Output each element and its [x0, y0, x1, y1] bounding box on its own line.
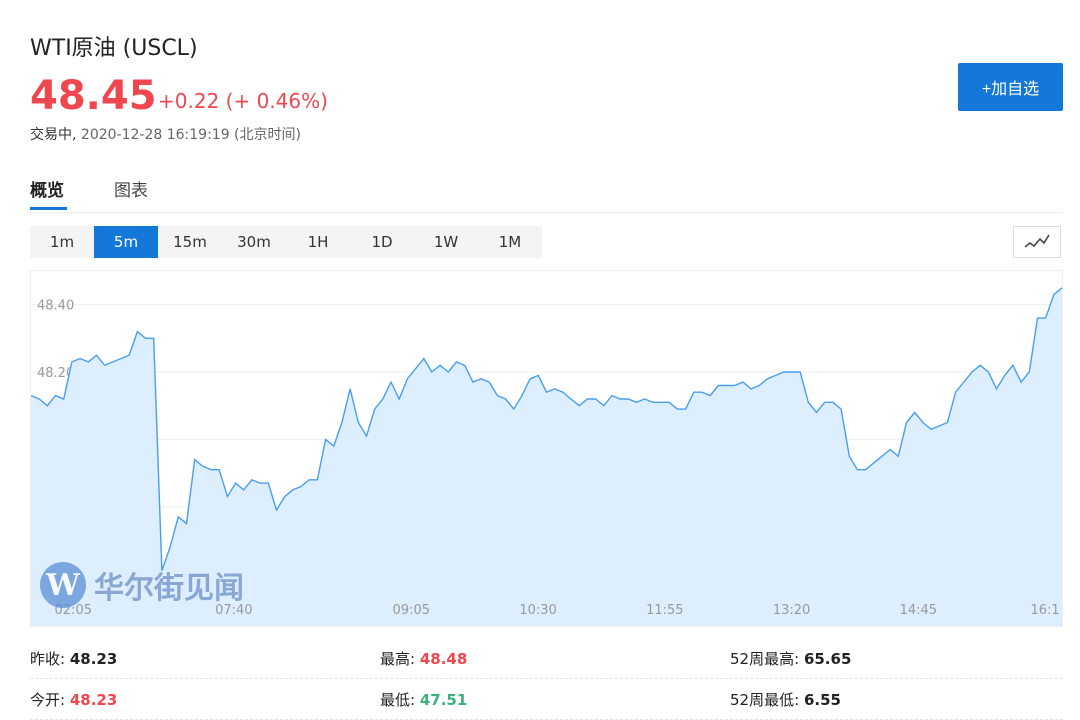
trading-status: 交易中, 2020-12-28 16:19:19 (北京时间) [30, 124, 301, 144]
period-5m[interactable]: 5m [94, 226, 158, 258]
tab-overview[interactable]: 概览 [30, 176, 64, 201]
stat-value: 48.23 [69, 691, 118, 709]
stat-low: 最低: 47.51 [380, 689, 467, 710]
x-tick-label: 09:05 [393, 603, 430, 618]
stat-label: 52周最低: [730, 691, 800, 709]
period-1w[interactable]: 1W [414, 226, 478, 258]
chart-type-button[interactable] [1013, 226, 1061, 258]
price-change: +0.22 (+ 0.46%) [158, 89, 328, 113]
x-tick-label: 13:20 [773, 603, 810, 618]
stat-prev-close: 昨收: 48.23 [30, 648, 117, 669]
stat-52w-high: 52周最高: 65.65 [730, 648, 851, 669]
x-tick-label: 16:1 [1030, 603, 1059, 618]
stat-value: 48.23 [69, 650, 118, 668]
stat-label: 最高: [380, 650, 416, 668]
watermark-text: 华尔街见闻 [94, 571, 244, 606]
stats-row: 昨收: 48.23 最高: 48.48 52周最高: 65.65 [30, 638, 1063, 679]
add-to-watchlist-button[interactable]: +加自选 [958, 63, 1063, 111]
watermark-logo: W [40, 562, 86, 608]
stat-label: 今开: [30, 691, 66, 709]
stat-value: 65.65 [803, 650, 852, 668]
last-price: 48.45 [30, 73, 157, 119]
stat-value: 6.55 [803, 691, 841, 709]
watermark: W 华尔街见闻 [40, 562, 244, 608]
period-selector: 1m 5m 15m 30m 1H 1D 1W 1M [30, 226, 542, 258]
period-1d[interactable]: 1D [350, 226, 414, 258]
x-tick-label: 10:30 [519, 603, 556, 618]
period-1mo[interactable]: 1M [478, 226, 542, 258]
period-30m[interactable]: 30m [222, 226, 286, 258]
stats-panel: 昨收: 48.23 最高: 48.48 52周最高: 65.65 今开: 48.… [30, 638, 1063, 720]
stat-52w-low: 52周最低: 6.55 [730, 689, 841, 710]
x-tick-label: 11:55 [646, 603, 683, 618]
status-label: 交易中, [30, 127, 77, 143]
x-tick-label: 14:45 [900, 603, 937, 618]
period-1h[interactable]: 1H [286, 226, 350, 258]
status-datetime: 2020-12-28 16:19:19 (北京时间) [80, 127, 301, 143]
y-tick-label: 48.40 [37, 299, 74, 314]
stat-label: 最低: [380, 691, 416, 709]
stat-label: 昨收: [30, 650, 66, 668]
stat-value: 47.51 [419, 691, 468, 709]
stat-value: 48.48 [419, 650, 468, 668]
active-tab-indicator [30, 207, 67, 210]
stat-open: 今开: 48.23 [30, 689, 117, 710]
line-chart-icon [1024, 234, 1050, 248]
tab-bar: 概览 图表 [30, 176, 1063, 213]
period-15m[interactable]: 15m [158, 226, 222, 258]
period-1m[interactable]: 1m [30, 226, 94, 258]
stat-high: 最高: 48.48 [380, 648, 467, 669]
instrument-title: WTI原油 (USCL) [30, 36, 198, 61]
tab-charts[interactable]: 图表 [114, 176, 148, 201]
stats-row: 今开: 48.23 最低: 47.51 52周最低: 6.55 [30, 679, 1063, 720]
stat-label: 52周最高: [730, 650, 800, 668]
